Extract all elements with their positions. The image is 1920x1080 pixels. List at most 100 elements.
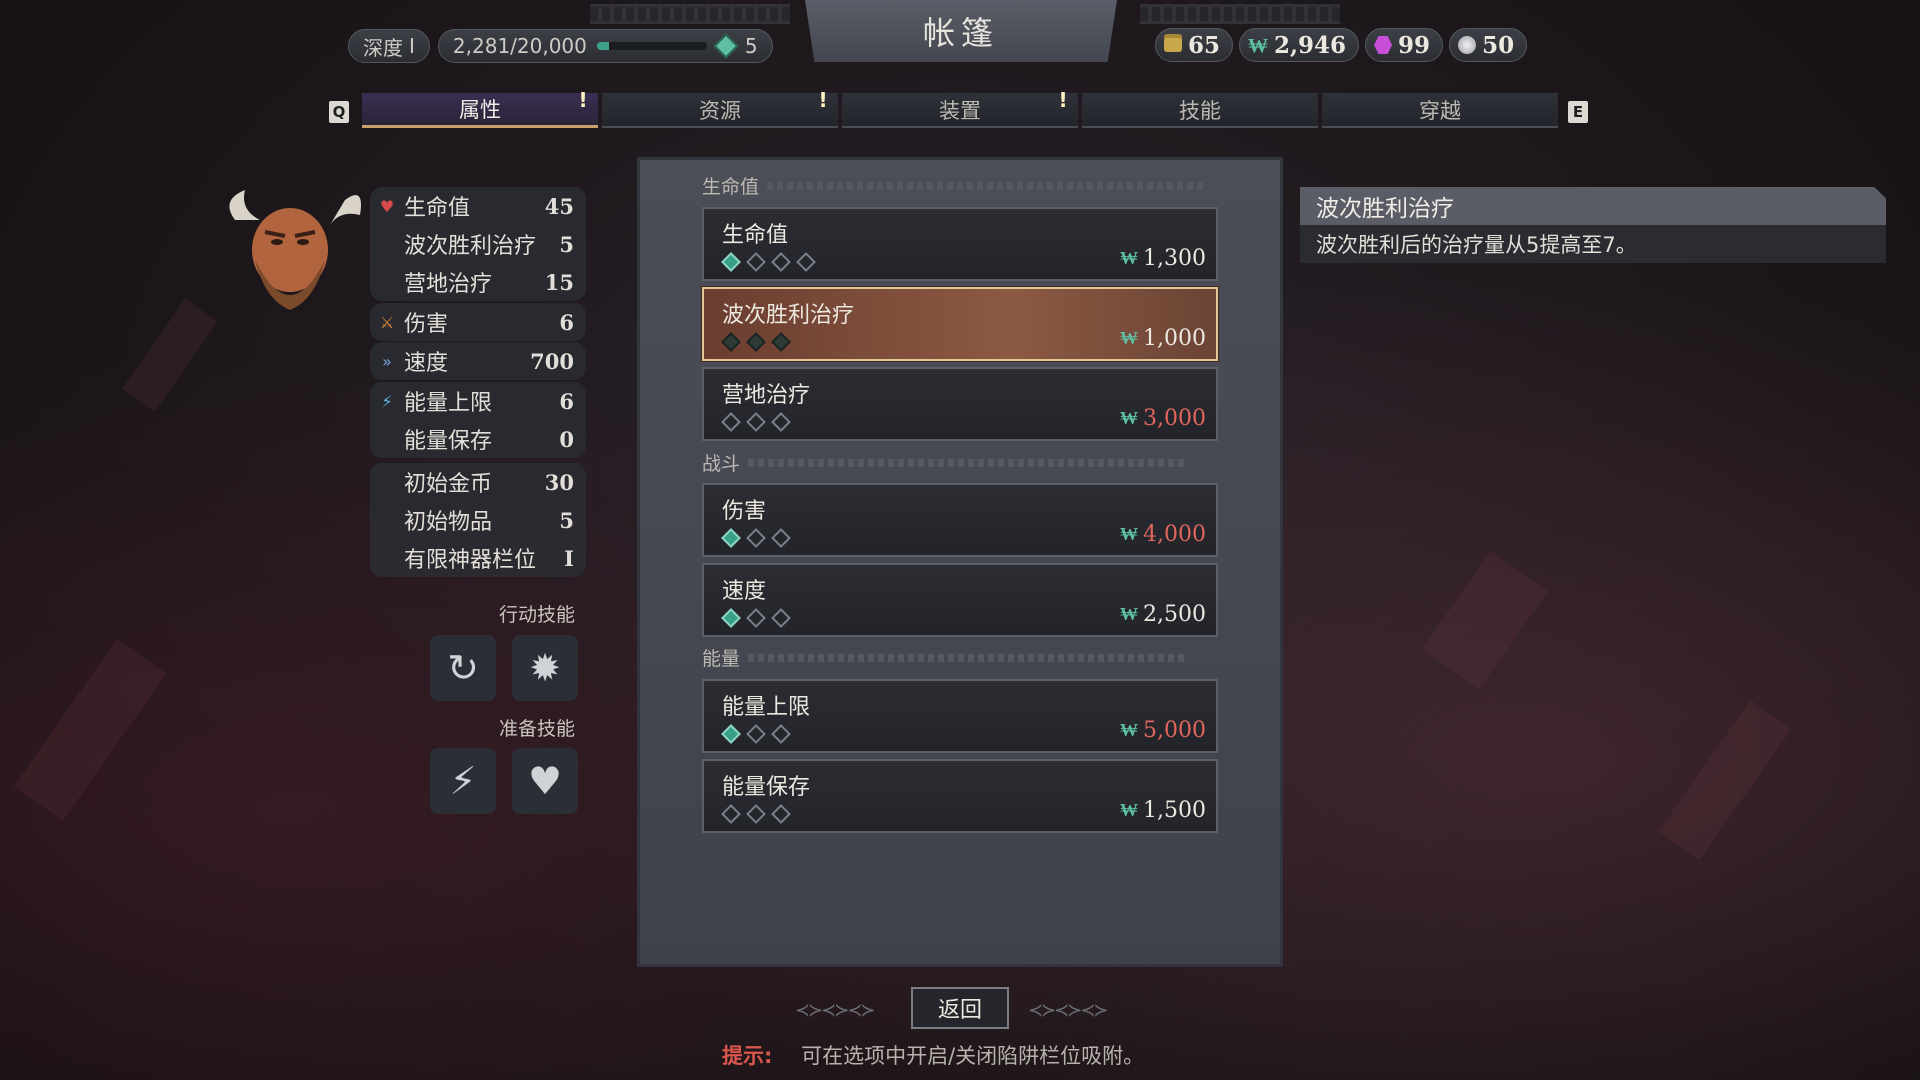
gold-coin-icon [1164,38,1182,52]
depth-label: 深度 [363,35,403,60]
bill-counter: ₩2,946 [1239,28,1360,62]
stat-name: 有限神器栏位 [404,548,537,573]
next-tab-key[interactable]: E [1568,101,1588,123]
currency-bar: 65 ₩2,946 99 50 [1155,28,1528,62]
hint-text: 可在选项中开启/关闭陷阱栏位吸附。 [801,1044,1145,1068]
upgrade-name: 营地治疗 [722,383,811,408]
bill-icon: ₩ [1120,800,1139,821]
upgrade-cost: ₩4,000 [1120,522,1206,547]
gem-value: 99 [1398,31,1431,59]
upgrade-name: 能量上限 [722,695,811,720]
level-pip-filled [721,528,741,548]
lightning-icon: ⚡ [381,391,393,411]
start-stats-group: 初始金币 30 初始物品 5 有限神器栏位 I [370,463,586,577]
level-pip-empty [746,724,766,744]
level-pip-empty [771,412,791,432]
energy-drop-skill-icon[interactable]: ⚡ [430,748,496,814]
level-pip-empty [721,804,741,824]
heart-lightning-skill-icon[interactable]: ♥ [512,748,578,814]
level-pip-filled [721,332,741,352]
stat-value: 6 [559,309,574,335]
depth-indicator: 深度 I [348,29,430,63]
level-pip-empty [746,412,766,432]
level-pip-empty [771,252,791,272]
stat-name: 能量保存 [404,429,493,454]
upgrade-level-pips [721,724,791,744]
decorative-meander-right [1140,4,1340,24]
bill-icon: ₩ [1120,604,1139,625]
tab-devices[interactable]: 装置 ! [842,88,1078,128]
level-pip-filled [746,332,766,352]
stat-name: 波次胜利治疗 [404,234,537,259]
upgrade-health[interactable]: 生命值 ₩1,300 [702,207,1218,281]
prev-tab-key[interactable]: Q [329,101,349,123]
health-stats-group: ♥ 生命值 45 波次胜利治疗 5 营地治疗 15 [370,187,586,301]
beast-skill-icon[interactable]: ✹ [512,635,578,701]
upgrade-level-pips [721,332,791,352]
page-title: 帐篷 [805,0,1117,62]
upgrade-cost: ₩1,000 [1120,326,1206,351]
purple-gem-icon [1374,36,1393,54]
stat-value: 15 [544,269,574,295]
stat-value: 5 [559,231,574,257]
level-pip-filled [771,332,791,352]
upgrade-energy-max[interactable]: 能量上限 ₩5,000 [702,679,1218,753]
upgrade-name: 速度 [722,579,767,604]
stat-name: 伤害 [404,312,449,337]
upgrade-cost: ₩5,000 [1120,718,1206,743]
upgrade-speed[interactable]: 速度 ₩2,500 [702,563,1218,637]
hint-line: 提示: 可在选项中开启/关闭陷阱栏位吸附。 [722,1040,1144,1070]
experience-indicator: 2,281/20,000 5 [437,29,773,63]
upgrade-level-pips [721,528,791,548]
level-pip-empty [746,608,766,628]
section-title-energy: 能量 [702,644,1189,671]
action-skills-title: 行动技能 [498,604,575,626]
level-pip-empty [796,252,816,272]
stat-row-energy-save: 能量保存 0 [370,420,586,458]
stat-value: 45 [544,193,574,219]
level-pip-filled [721,724,741,744]
upgrade-level-pips [721,608,791,628]
stat-row-wave-heal: 波次胜利治疗 5 [370,225,586,263]
level-pip-filled [721,252,741,272]
bill-icon: ₩ [1120,248,1139,269]
tab-label: 穿越 [1419,98,1461,123]
tab-attributes[interactable]: 属性 ! [362,88,598,128]
stat-row-speed: » 速度 700 [370,342,586,380]
tab-traverse[interactable]: 穿越 [1322,93,1558,128]
stat-row-artifact-slots: 有限神器栏位 I [370,539,586,577]
alert-icon: ! [572,83,594,117]
upgrade-name: 生命值 [722,223,789,248]
upgrade-wave-heal[interactable]: 波次胜利治疗 ₩1,000 [702,287,1218,361]
level-pip-empty [771,724,791,744]
back-button[interactable]: 返回 [911,987,1009,1029]
section-label: 能量 [702,648,741,670]
hint-label: 提示: [722,1044,773,1068]
heart-icon: ♥ [379,196,395,216]
tab-label: 属性 [459,98,501,122]
top-status-bar: 深度 I 2,281/20,000 5 [348,28,773,64]
upgrade-damage[interactable]: 伤害 ₩4,000 [702,483,1218,557]
speed-stats-group: » 速度 700 [370,342,586,380]
tab-resources[interactable]: 资源 ! [602,88,838,128]
stat-name: 营地治疗 [404,272,493,297]
stat-value: I [564,545,574,571]
xp-progress-fill [596,42,610,50]
section-label: 战斗 [702,453,741,475]
upgrade-cost: ₩1,500 [1120,798,1206,823]
level-gem-icon [713,33,739,59]
upgrade-level-pips [721,412,791,432]
whirl-skill-icon[interactable]: ↻ [430,635,496,701]
damage-stats-group: ⚔ 伤害 6 [370,303,586,341]
tab-skills[interactable]: 技能 [1082,93,1318,128]
tooltip-description: 波次胜利后的治疗量从5提高至7。 [1300,225,1886,263]
upgrade-camp-heal[interactable]: 营地治疗 ₩3,000 [702,367,1218,441]
bill-icon: ₩ [1248,32,1269,57]
upgrade-cost: ₩3,000 [1120,406,1206,431]
stat-name: 初始金币 [404,472,493,497]
stat-row-start-items: 初始物品 5 [370,501,586,539]
alert-icon: ! [1052,83,1074,117]
upgrade-energy-save[interactable]: 能量保存 ₩1,500 [702,759,1218,833]
orb-value: 50 [1482,31,1515,59]
energy-stats-group: ⚡ 能量上限 6 能量保存 0 [370,382,586,458]
